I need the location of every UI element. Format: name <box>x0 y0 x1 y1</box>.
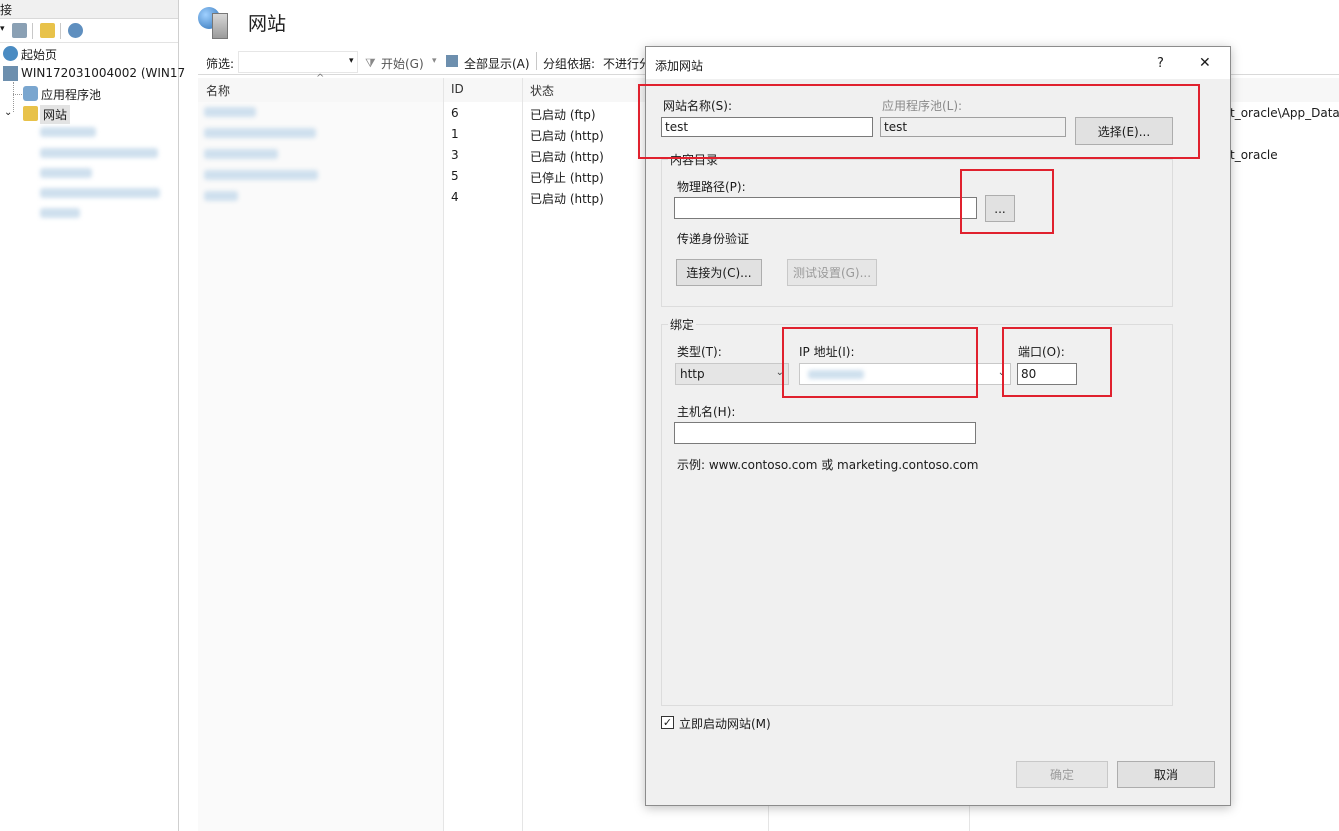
site-status: 已启动 (ftp) <box>530 108 596 122</box>
start-now-label: 立即启动网站(M) <box>679 717 771 731</box>
blurred-site-item[interactable] <box>40 148 158 158</box>
host-name-input[interactable] <box>674 422 976 444</box>
select-app-pool-button[interactable]: 选择(E)... <box>1075 117 1173 145</box>
sites-folder-icon <box>23 106 38 121</box>
save-icon[interactable] <box>12 23 27 38</box>
tree-item-label: 应用程序池 <box>41 88 102 102</box>
site-physical-path: t_oracle <box>1230 148 1278 162</box>
group-by-value[interactable]: 不进行分 <box>603 55 651 72</box>
site-id: 6 <box>451 106 459 120</box>
host-name-example: 示例: www.contoso.com 或 marketing.contoso.… <box>677 458 979 472</box>
cancel-button[interactable]: 取消 <box>1117 761 1215 788</box>
tree-item-label: 网站 <box>40 105 71 124</box>
start-filter-button[interactable]: 开始(G) <box>381 55 424 72</box>
blurred-ip-value <box>808 370 864 379</box>
physical-path-label: 物理路径(P): <box>677 180 746 194</box>
toolbar-dropdown-icon[interactable]: ▾ <box>0 24 5 34</box>
connections-header-label: 接 <box>0 3 13 17</box>
site-status: 已启动 (http) <box>530 129 604 143</box>
type-select-value: http <box>680 367 705 381</box>
dialog-title: 添加网站 <box>655 59 704 73</box>
connections-header: 接 <box>0 0 178 19</box>
show-all-icon <box>446 55 458 67</box>
chevron-down-icon: ⌄ <box>775 367 784 378</box>
start-dropdown-icon[interactable]: ▾ <box>432 56 437 66</box>
filter-dropdown-icon[interactable]: ▾ <box>349 56 354 66</box>
start-now-checkbox[interactable]: ✓ <box>661 716 674 729</box>
site-id: 4 <box>451 190 459 204</box>
column-header-status[interactable]: 状态 <box>530 82 554 99</box>
binding-title: 绑定 <box>668 316 697 333</box>
connections-toolbar: ▾ <box>0 20 178 43</box>
filter-label: 筛选: <box>206 57 235 71</box>
site-id: 3 <box>451 148 459 162</box>
column-header-id[interactable]: ID <box>451 82 464 96</box>
toolbar-divider <box>536 52 537 70</box>
app-pool-input <box>880 117 1066 137</box>
port-label: 端口(O): <box>1018 345 1065 359</box>
expand-arrow-icon[interactable]: ⌄ <box>4 107 12 118</box>
connections-pane: 接 ▾ 起始页 WIN172031004002 (WIN17 应用程序池 ⌄ 网… <box>0 0 185 831</box>
blurred-site-name[interactable] <box>204 107 256 117</box>
port-input[interactable] <box>1017 363 1077 385</box>
blurred-site-item[interactable] <box>40 188 160 198</box>
blurred-site-name[interactable] <box>204 149 278 159</box>
site-status: 已停止 (http) <box>530 171 604 185</box>
toolbar-divider <box>60 23 61 39</box>
app-pool-label: 应用程序池(L): <box>882 99 963 113</box>
add-website-dialog: 添加网站 ? ✕ 网站名称(S): 应用程序池(L): 选择(E)... 内容目… <box>645 46 1231 806</box>
help-button[interactable]: ? <box>1157 56 1164 71</box>
chevron-down-icon: ⌄ <box>997 367 1006 378</box>
ip-address-select[interactable]: ⌄ <box>799 363 1011 385</box>
test-settings-button: 测试设置(G)... <box>787 259 877 286</box>
sort-ascending-icon: ^ <box>316 73 325 84</box>
column-divider <box>443 78 444 831</box>
name-column-background <box>198 102 443 831</box>
site-id: 1 <box>451 127 459 141</box>
site-physical-path: t_oracle\App_Data\ <box>1230 106 1339 120</box>
blurred-site-item[interactable] <box>40 127 96 137</box>
disconnect-icon[interactable] <box>68 23 83 38</box>
site-name-input[interactable] <box>661 117 873 137</box>
close-button[interactable]: ✕ <box>1199 55 1211 71</box>
ok-button: 确定 <box>1016 761 1108 788</box>
filter-input[interactable] <box>238 51 358 73</box>
folder-up-icon[interactable] <box>40 23 55 38</box>
globe-icon <box>3 46 18 61</box>
toolbar-divider <box>32 23 33 39</box>
tree-item-label: WIN172031004002 (WIN17 <box>21 66 186 80</box>
tree-item-label: 起始页 <box>21 48 58 62</box>
blurred-site-name[interactable] <box>204 170 318 180</box>
blurred-site-name[interactable] <box>204 128 316 138</box>
pass-through-auth-label: 传递身份验证 <box>677 232 750 246</box>
group-by-label: 分组依据: <box>543 57 596 71</box>
show-all-button[interactable]: 全部显示(A) <box>464 55 530 72</box>
filter-funnel-icon: ⧩ <box>365 56 376 70</box>
tree-connector <box>13 94 22 96</box>
content-directory-title: 内容目录 <box>668 151 721 168</box>
blurred-site-item[interactable] <box>40 168 92 178</box>
type-label: 类型(T): <box>677 345 722 359</box>
physical-path-input[interactable] <box>674 197 977 219</box>
connect-as-button[interactable]: 连接为(C)... <box>676 259 762 286</box>
column-divider <box>522 78 523 831</box>
app-pool-icon <box>23 86 38 101</box>
site-name-label: 网站名称(S): <box>663 99 733 113</box>
site-status: 已启动 (http) <box>530 150 604 164</box>
blurred-site-name[interactable] <box>204 191 238 201</box>
dialog-body: 网站名称(S): 应用程序池(L): 选择(E)... 内容目录 物理路径(P)… <box>646 79 1230 805</box>
sites-header-icon <box>198 5 228 39</box>
browse-path-button[interactable]: ... <box>985 195 1015 222</box>
tree-connector <box>13 82 15 112</box>
page-title: 网站 <box>248 13 287 35</box>
type-select[interactable]: http ⌄ <box>675 363 789 385</box>
blurred-site-item[interactable] <box>40 208 80 218</box>
site-status: 已启动 (http) <box>530 192 604 206</box>
host-name-label: 主机名(H): <box>677 405 736 419</box>
server-icon <box>3 66 18 81</box>
ip-address-label: IP 地址(I): <box>799 345 855 359</box>
column-header-name[interactable]: 名称 <box>206 82 230 99</box>
site-id: 5 <box>451 169 459 183</box>
